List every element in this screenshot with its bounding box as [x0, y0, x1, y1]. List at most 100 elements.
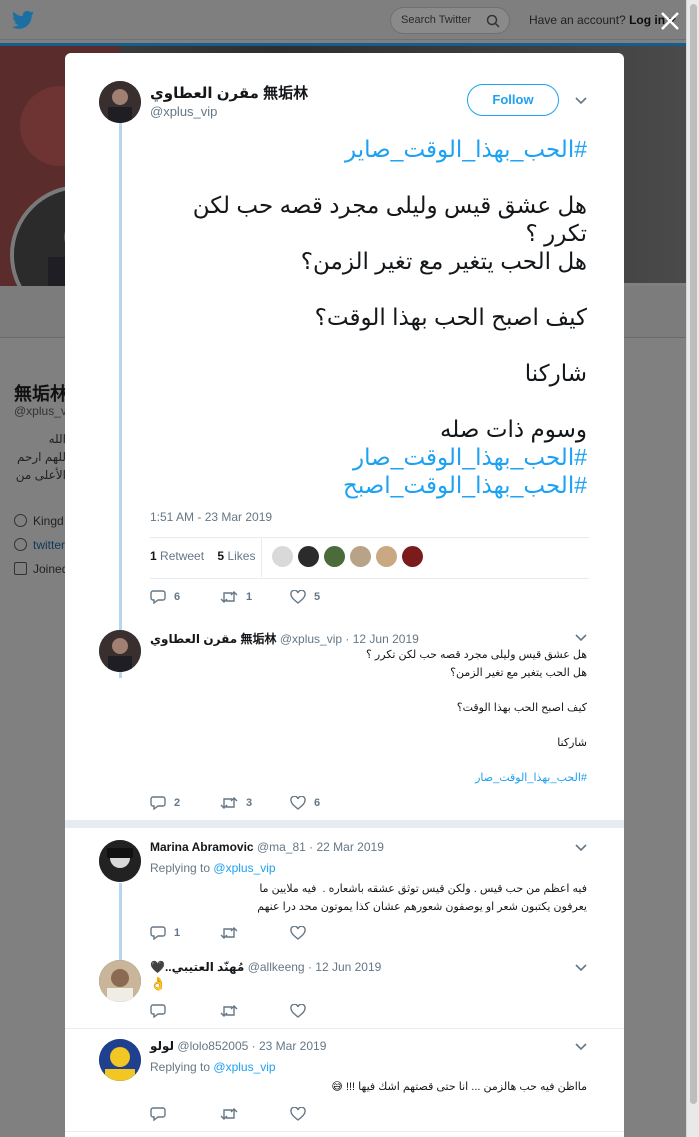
like-action[interactable]	[290, 1107, 360, 1121]
chevron-down-icon[interactable]	[575, 634, 587, 642]
reply-icon[interactable]	[150, 1004, 166, 1018]
reply-body: هل عشق قيس وليلى مجرد قصه حب لكن تكرر ؟ …	[366, 649, 587, 749]
reply-icon[interactable]	[150, 1107, 166, 1121]
replying-to-label: Replying to	[150, 861, 211, 875]
reply-author[interactable]: لولو @lolo852005 · 23 Mar 2019	[150, 1039, 326, 1053]
replying-to-link[interactable]: @xplus_vip	[213, 1060, 275, 1074]
reply-date[interactable]: · 23 Mar 2019	[252, 1039, 327, 1053]
liker-avatar[interactable]	[298, 546, 319, 567]
author-handle[interactable]: @xplus_vip	[150, 104, 217, 119]
search-icon[interactable]	[486, 14, 500, 28]
reply-author-handle[interactable]: @ma_81	[257, 840, 306, 854]
reply-icon[interactable]	[150, 926, 166, 940]
reply-author-name[interactable]: Marina Abramovic	[150, 840, 254, 854]
like-count-label[interactable]: Likes	[227, 549, 255, 563]
hashtag-link[interactable]: #الحب_بهذا_الوقت_صار	[475, 772, 587, 784]
reply-avatar[interactable]	[99, 630, 141, 672]
retweet-count-label[interactable]: Retweet	[160, 549, 204, 563]
reply-action[interactable]: 6	[150, 590, 220, 604]
chevron-down-icon[interactable]	[575, 97, 587, 105]
retweet-action[interactable]	[220, 1004, 290, 1018]
profile-handle: @xplus_v	[14, 404, 67, 418]
heart-icon[interactable]	[290, 590, 306, 604]
heart-icon[interactable]	[290, 1004, 306, 1018]
divider	[261, 537, 262, 577]
replying-to-link[interactable]: @xplus_vip	[213, 861, 275, 875]
engagement-counts: 1 Retweet 5 Likes	[150, 549, 255, 563]
retweet-icon[interactable]	[220, 926, 238, 940]
hashtag-link[interactable]: #الحب_بهذا_الوقت_صار	[353, 444, 587, 470]
reply-icon[interactable]	[150, 796, 166, 810]
author-name[interactable]: مقرن العطاوي 無垢林	[150, 82, 308, 103]
section-separator	[65, 820, 624, 828]
reply-author[interactable]: مقرن العطاوي 無垢林 @xplus_vip · 12 Jun 201…	[150, 630, 419, 647]
hashtag-link[interactable]: #الحب_بهذا_الوقت_اصبح	[343, 472, 587, 498]
retweet-icon[interactable]	[220, 1107, 238, 1121]
retweet-action[interactable]	[220, 1107, 290, 1121]
close-icon[interactable]	[659, 10, 681, 32]
reply-action[interactable]	[150, 1004, 220, 1018]
reply-count: 1	[174, 927, 181, 939]
divider	[150, 578, 589, 579]
reply-author[interactable]: 🖤..مُهنّد العتيبي @allkeeng · 12 Jun 201…	[150, 960, 381, 974]
retweet-icon[interactable]	[220, 590, 238, 604]
scrollbar-thumb[interactable]	[690, 4, 697, 1104]
chevron-down-icon[interactable]	[575, 844, 587, 852]
reply-author-handle[interactable]: @allkeeng	[248, 960, 305, 974]
reply-author-name[interactable]: مقرن العطاوي 無垢林	[150, 632, 277, 646]
heart-icon[interactable]	[290, 926, 306, 940]
reply-icon[interactable]	[150, 590, 166, 604]
liker-avatar[interactable]	[350, 546, 371, 567]
reply-action[interactable]: 2	[150, 796, 220, 810]
reply-author-name[interactable]: 🖤..مُهنّد العتيبي	[150, 960, 244, 974]
retweet-icon[interactable]	[220, 1004, 238, 1018]
like-action[interactable]: 5	[290, 590, 360, 604]
reply-author-handle[interactable]: @xplus_vip	[280, 632, 342, 646]
like-count: 5	[217, 549, 225, 563]
reply-avatar[interactable]	[99, 960, 141, 1002]
reply-author[interactable]: Marina Abramovic @ma_81 · 22 Mar 2019	[150, 840, 384, 854]
retweet-action[interactable]	[220, 926, 290, 940]
heart-icon[interactable]	[290, 796, 306, 810]
follow-button[interactable]: Follow	[467, 84, 559, 116]
reply-date[interactable]: · 22 Mar 2019	[309, 840, 384, 854]
account-prompt: Have an account? Log in	[529, 13, 677, 27]
liker-avatar[interactable]	[324, 546, 345, 567]
chevron-down-icon[interactable]	[575, 964, 587, 972]
chevron-down-icon[interactable]	[575, 1043, 587, 1051]
like-action[interactable]	[290, 1004, 360, 1018]
hashtag-link[interactable]: #الحب_بهذا_الوقت_صاير	[345, 136, 587, 162]
retweet-count: 1	[150, 549, 157, 563]
avatar-image	[99, 840, 141, 882]
divider	[65, 1028, 624, 1029]
page-scrollbar[interactable]	[686, 0, 699, 1137]
link-text[interactable]: twitter	[33, 538, 65, 552]
reply-avatar[interactable]	[99, 840, 141, 882]
liker-avatar[interactable]	[272, 546, 293, 567]
avatar-image	[99, 960, 141, 1002]
reply-avatar[interactable]	[99, 1039, 141, 1081]
like-action[interactable]	[290, 926, 360, 940]
reply-author-name[interactable]: لولو	[150, 1039, 174, 1053]
reply-date[interactable]: · 12 Jun 2019	[345, 632, 418, 646]
search-box[interactable]: Search Twitter	[390, 7, 510, 34]
reply-action[interactable]: 1	[150, 926, 220, 940]
retweet-action[interactable]: 1	[220, 590, 290, 604]
reply-author-handle[interactable]: @lolo852005	[177, 1039, 248, 1053]
heart-icon[interactable]	[290, 1107, 306, 1121]
top-navigation-bar: Search Twitter Have an account? Log in	[0, 0, 699, 40]
retweet-icon[interactable]	[220, 796, 238, 810]
profile-location: Kingd	[14, 514, 64, 528]
reply-date[interactable]: · 12 Jun 2019	[308, 960, 381, 974]
tweet-timestamp[interactable]: 1:51 AM - 23 Mar 2019	[150, 510, 272, 524]
liker-avatar[interactable]	[402, 546, 423, 567]
profile-link[interactable]: twitter	[14, 538, 65, 552]
like-action[interactable]: 6	[290, 796, 360, 810]
retweet-action[interactable]: 3	[220, 796, 290, 810]
tweet-body: هل عشق قيس وليلى مجرد قصه حب لكن تكرر ؟ …	[192, 192, 587, 442]
twitter-bird-icon[interactable]	[12, 10, 34, 30]
author-avatar[interactable]	[99, 81, 141, 123]
reply-action[interactable]	[150, 1107, 220, 1121]
liker-avatar[interactable]	[376, 546, 397, 567]
location-icon	[14, 514, 27, 527]
